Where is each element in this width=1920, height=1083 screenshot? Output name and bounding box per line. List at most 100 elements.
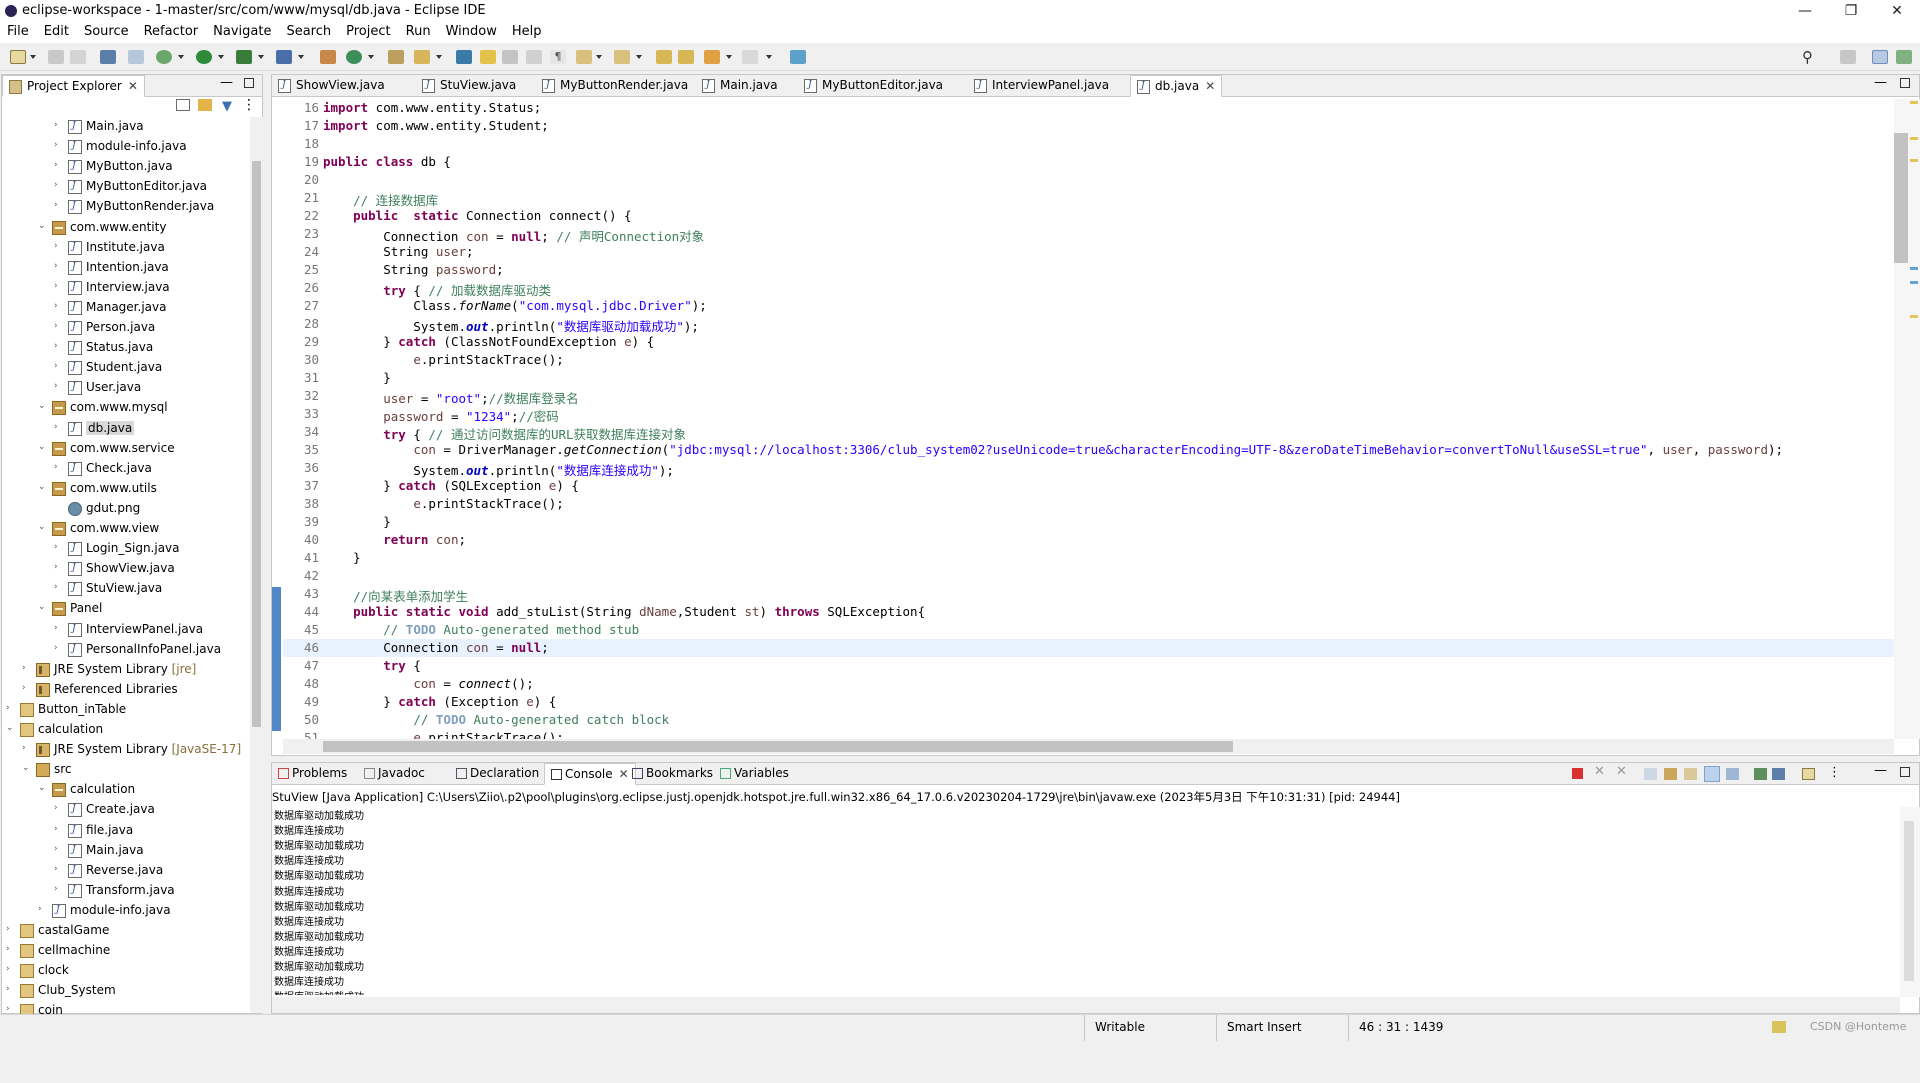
editor-tab[interactable]: Main.java xyxy=(696,75,784,97)
chevron-right-icon[interactable]: › xyxy=(54,322,62,331)
back-history-icon[interactable] xyxy=(704,50,720,64)
chevron-right-icon[interactable]: › xyxy=(54,181,62,190)
menu-project[interactable]: Project xyxy=(339,22,398,43)
tab-project-explorer[interactable]: Project Explorer ✕ xyxy=(2,75,145,97)
console-scroll-thumb[interactable] xyxy=(1904,821,1914,981)
chevron-down-icon[interactable]: ⌄ xyxy=(38,784,46,793)
chevron-right-icon[interactable]: › xyxy=(54,462,62,471)
code-line[interactable]: 37 } catch (SQLException e) { xyxy=(283,477,1905,495)
back-icon[interactable] xyxy=(678,50,694,64)
maximize-icon[interactable] xyxy=(244,78,254,88)
chevron-down-icon[interactable]: ⌄ xyxy=(38,402,46,411)
chevron-right-icon[interactable]: › xyxy=(54,623,62,632)
chevron-right-icon[interactable]: › xyxy=(54,121,62,130)
search-tool-icon[interactable] xyxy=(414,50,430,64)
editor-tab[interactable]: InterviewPanel.java xyxy=(968,75,1115,97)
previous-annotation-dropdown-icon[interactable] xyxy=(636,55,642,59)
code-line[interactable]: 16 import com.www.entity.Status; xyxy=(283,99,1905,117)
search-dropdown-icon[interactable] xyxy=(436,55,442,59)
code-line[interactable]: 39 } xyxy=(283,513,1905,531)
chevron-right-icon[interactable]: › xyxy=(54,301,62,310)
chevron-right-icon[interactable]: › xyxy=(54,804,62,813)
editor-maximize-icon[interactable] xyxy=(1900,78,1910,88)
code-line[interactable]: 23 Connection con = null; // 声明Connectio… xyxy=(283,225,1905,244)
collapse-all-icon[interactable] xyxy=(176,99,190,111)
bottom-tab[interactable]: Problems xyxy=(272,763,353,785)
last-edit-icon[interactable] xyxy=(656,50,672,64)
terminal-icon[interactable] xyxy=(100,50,116,64)
chevron-right-icon[interactable]: › xyxy=(54,201,62,210)
previous-annotation-icon[interactable] xyxy=(614,50,630,64)
chevron-down-icon[interactable]: ⌄ xyxy=(38,482,46,491)
code-line[interactable]: 19 public class db { xyxy=(283,153,1905,171)
editor-tab[interactable]: StuView.java xyxy=(416,75,522,97)
menu-refactor[interactable]: Refactor xyxy=(137,22,207,43)
minimize-icon[interactable]: — xyxy=(220,75,233,90)
console-horizontal-scrollbar[interactable] xyxy=(272,997,1900,1013)
code-line[interactable]: 18 xyxy=(283,135,1905,153)
console-view-menu-icon[interactable]: ⋮ xyxy=(1828,765,1841,780)
code-line[interactable]: 49 } catch (Exception e) { xyxy=(283,693,1905,711)
chevron-right-icon[interactable]: › xyxy=(54,141,62,150)
display-console-icon[interactable] xyxy=(1772,768,1785,780)
menu-file[interactable]: File xyxy=(0,22,37,43)
chevron-right-icon[interactable]: › xyxy=(54,583,62,592)
chevron-right-icon[interactable]: › xyxy=(54,643,62,652)
editor-tab[interactable]: db.java ✕ xyxy=(1130,75,1223,97)
code-line[interactable]: 36 System.out.println("数据库连接成功"); xyxy=(283,459,1905,478)
explorer-scroll-thumb[interactable] xyxy=(252,161,261,727)
open-type-icon[interactable] xyxy=(388,50,404,64)
code-line[interactable]: 33 password = "1234";//密码 xyxy=(283,405,1905,424)
bottom-tab[interactable]: Javadoc xyxy=(358,763,431,785)
external-tools-dropdown-icon[interactable] xyxy=(298,55,304,59)
code-line[interactable]: 30 e.printStackTrace(); xyxy=(283,351,1905,369)
chevron-right-icon[interactable]: › xyxy=(54,382,62,391)
new-dropdown-icon[interactable] xyxy=(30,55,36,59)
menu-run[interactable]: Run xyxy=(399,22,439,43)
menu-source[interactable]: Source xyxy=(77,22,137,43)
code-line[interactable]: 17 import com.www.entity.Student; xyxy=(283,117,1905,135)
editor-horizontal-scrollbar[interactable] xyxy=(283,739,1894,754)
save-all-icon[interactable] xyxy=(70,50,86,64)
chevron-right-icon[interactable]: › xyxy=(22,663,30,672)
code-line[interactable]: 45 // TODO Auto-generated method stub xyxy=(283,621,1905,639)
console-vertical-scrollbar[interactable] xyxy=(1900,807,1920,997)
code-line[interactable]: 27 Class.forName("com.mysql.jdbc.Driver"… xyxy=(283,297,1905,315)
show-whitespace-icon[interactable]: ¶ xyxy=(550,50,566,64)
code-line[interactable]: 29 } catch (ClassNotFoundException e) { xyxy=(283,333,1905,351)
code-line[interactable]: 26 try { // 加载数据库驱动类 xyxy=(283,279,1905,298)
chevron-right-icon[interactable]: › xyxy=(54,543,62,552)
coverage-icon[interactable] xyxy=(236,50,252,64)
chevron-down-icon[interactable]: ⌄ xyxy=(38,523,46,532)
code-line[interactable]: 44 public static void add_stuList(String… xyxy=(283,603,1905,621)
chevron-right-icon[interactable]: › xyxy=(6,965,14,974)
code-line[interactable]: 22 public static Connection connect() { xyxy=(283,207,1905,225)
menu-help[interactable]: Help xyxy=(505,22,550,43)
close-icon[interactable]: ✕ xyxy=(1205,79,1215,93)
chevron-right-icon[interactable]: › xyxy=(6,703,14,712)
run-icon[interactable] xyxy=(196,50,212,64)
code-line[interactable]: 46 Connection con = null; xyxy=(283,639,1905,657)
editor-tab[interactable]: MyButtonEditor.java xyxy=(798,75,949,97)
chevron-down-icon[interactable]: ⌄ xyxy=(38,442,46,451)
remove-launch-icon[interactable]: ✕ xyxy=(1594,764,1605,779)
chevron-right-icon[interactable]: › xyxy=(54,824,62,833)
chevron-down-icon[interactable]: ⌄ xyxy=(38,221,46,230)
menu-search[interactable]: Search xyxy=(279,22,339,43)
code-line[interactable]: 48 con = connect(); xyxy=(283,675,1905,693)
menu-window[interactable]: Window xyxy=(439,22,505,43)
console-minimize-icon[interactable]: — xyxy=(1874,763,1887,778)
run-dropdown-icon[interactable] xyxy=(218,55,224,59)
chevron-right-icon[interactable]: › xyxy=(54,884,62,893)
editor-scroll-thumb[interactable] xyxy=(1894,133,1908,263)
search-icon[interactable]: ⚲ xyxy=(1802,50,1818,65)
chevron-right-icon[interactable]: › xyxy=(54,261,62,270)
remove-all-icon[interactable]: ✕ xyxy=(1616,764,1627,779)
debug-perspective-icon[interactable] xyxy=(1896,50,1912,64)
code-line[interactable]: 40 return con; xyxy=(283,531,1905,549)
chevron-right-icon[interactable]: › xyxy=(54,241,62,250)
bottom-tab[interactable]: Console ✕ xyxy=(544,763,636,785)
filter-icon[interactable]: ▼ xyxy=(222,99,232,114)
next-annotation-dropdown-icon[interactable] xyxy=(596,55,602,59)
code-line[interactable]: 41 } xyxy=(283,549,1905,567)
